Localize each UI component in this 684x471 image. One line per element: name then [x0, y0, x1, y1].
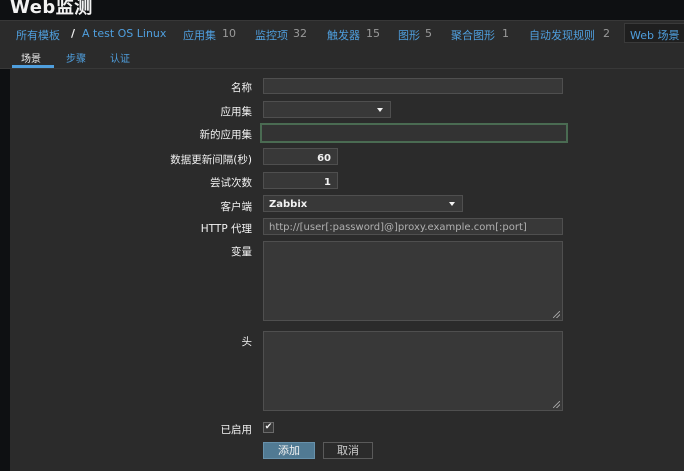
nav-discovery-rules-count: 2 [603, 27, 610, 40]
agent-select-value: Zabbix [269, 199, 308, 210]
checkmark-icon: ✔ [264, 422, 273, 432]
nav-screens-link[interactable]: 聚合图形 [451, 27, 495, 43]
breadcrumb-separator: / [71, 27, 76, 40]
tab-bar: 场景 步骤 认证 [0, 47, 684, 69]
breadcrumb-template-name[interactable]: A test OS Linux [82, 27, 166, 40]
nav-applications-link[interactable]: 应用集 [183, 27, 216, 43]
chevron-down-icon [449, 202, 455, 206]
tab-steps[interactable]: 步骤 [66, 50, 86, 65]
update-interval-label: 数据更新间隔(秒) [170, 154, 252, 166]
tab-authentication[interactable]: 认证 [110, 50, 130, 65]
nav-web-scenario-label[interactable]: Web 场景 [630, 27, 679, 43]
update-interval-input[interactable]: 60 [263, 148, 338, 165]
tab-scenario[interactable]: 场景 [21, 50, 41, 65]
nav-items-count: 32 [293, 27, 307, 40]
new-application-input[interactable] [260, 123, 568, 143]
resize-handle-icon[interactable] [553, 311, 560, 318]
attempts-input[interactable]: 1 [263, 172, 338, 189]
nav-triggers-link[interactable]: 触发器 [327, 27, 360, 43]
nav-discovery-rules-link[interactable]: 自动发现规则 [529, 27, 595, 43]
nav-screens-count: 1 [502, 27, 509, 40]
breadcrumb: 所有模板 / A test OS Linux 应用集 10 监控项 32 触发器… [0, 20, 684, 48]
application-label: 应用集 [220, 106, 253, 118]
breadcrumb-all-templates[interactable]: 所有模板 [16, 27, 60, 43]
active-tab-indicator [12, 65, 54, 68]
headers-textarea[interactable] [263, 331, 563, 411]
nav-items-link[interactable]: 监控项 [255, 27, 288, 43]
agent-select[interactable]: Zabbix [263, 195, 463, 212]
variables-label: 变量 [231, 246, 252, 258]
agent-label: 客户端 [220, 201, 253, 213]
attempts-label: 尝试次数 [210, 177, 252, 189]
variables-textarea[interactable] [263, 241, 563, 321]
title-bar: Web监测 [0, 0, 684, 18]
http-proxy-input[interactable]: http://[user[:password]@]proxy.example.c… [263, 218, 563, 235]
new-application-label: 新的应用集 [199, 129, 253, 141]
scenario-form: 名称 应用集 新的应用集 数据更新间隔(秒) 60 尝试次数 1 客户端 Zab… [10, 69, 684, 471]
nav-applications-count: 10 [222, 27, 236, 40]
nav-triggers-count: 15 [366, 27, 380, 40]
name-label: 名称 [231, 82, 252, 94]
cancel-button[interactable]: 取消 [323, 442, 373, 459]
name-input[interactable] [263, 78, 563, 94]
chevron-down-icon [377, 108, 383, 112]
page-title: Web监测 [10, 0, 93, 18]
headers-label: 头 [241, 336, 253, 348]
nav-graphs-link[interactable]: 图形 [398, 27, 420, 43]
add-button[interactable]: 添加 [263, 442, 315, 459]
enabled-label: 已启用 [220, 424, 253, 436]
nav-graphs-count: 5 [425, 27, 432, 40]
enabled-checkbox[interactable]: ✔ [263, 422, 274, 433]
http-proxy-placeholder: http://[user[:password]@]proxy.example.c… [269, 222, 527, 233]
application-select[interactable] [263, 101, 391, 118]
resize-handle-icon[interactable] [553, 401, 560, 408]
http-proxy-label: HTTP 代理 [200, 223, 252, 235]
